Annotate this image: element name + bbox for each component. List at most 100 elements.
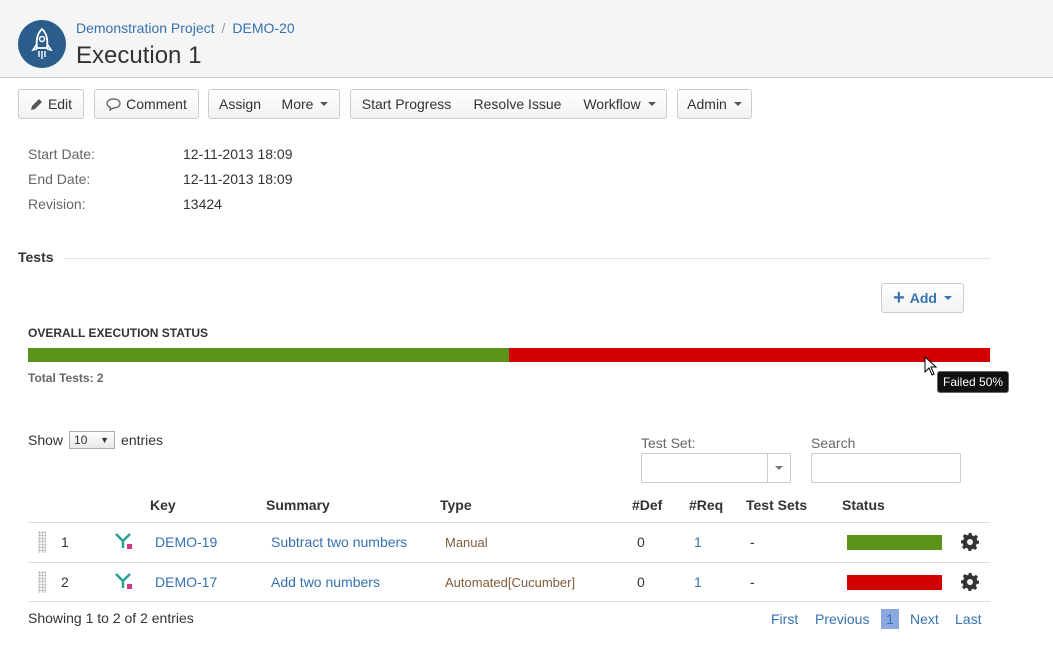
gear-icon[interactable]: [960, 532, 980, 552]
row-test-sets: -: [750, 534, 755, 550]
row-status-bar: [847, 575, 942, 590]
column-header-test-sets[interactable]: Test Sets: [746, 497, 807, 513]
entries-select[interactable]: 10 ▼: [69, 431, 116, 449]
breadcrumb-project-link[interactable]: Demonstration Project: [76, 20, 215, 36]
status-tooltip: Failed 50%: [937, 371, 1010, 393]
detail-value: 12-11-2013 18:09: [183, 171, 293, 187]
detail-label: Start Date:: [28, 146, 95, 162]
breadcrumb-separator: /: [221, 20, 226, 36]
row-summary-link[interactable]: Subtract two numbers: [271, 534, 407, 550]
add-button-label: Add: [909, 290, 937, 306]
resolve-issue-button[interactable]: Resolve Issue: [462, 89, 574, 119]
table-info: Showing 1 to 2 of 2 entries: [28, 610, 194, 626]
row-status-bar: [847, 535, 942, 550]
table-row: 1 DEMO-19 Subtract two numbers Manual 0 …: [28, 522, 990, 562]
assign-button[interactable]: Assign: [208, 89, 272, 119]
breadcrumb: Demonstration Project / DEMO-20: [76, 20, 295, 36]
row-rank: 1: [61, 534, 69, 550]
pagination-previous[interactable]: Previous: [815, 611, 869, 627]
overall-status-label: OVERALL EXECUTION STATUS: [28, 326, 209, 340]
add-test-button[interactable]: + Add: [881, 283, 964, 313]
speech-bubble-icon: [106, 97, 121, 111]
pagination-last[interactable]: Last: [955, 611, 981, 627]
column-header-key[interactable]: Key: [150, 497, 176, 513]
row-req-link[interactable]: 1: [694, 534, 702, 550]
test-issue-type-icon: [115, 533, 132, 549]
admin-dropdown-button[interactable]: Admin: [677, 89, 752, 119]
row-key-link[interactable]: DEMO-19: [155, 534, 217, 550]
column-header-summary[interactable]: Summary: [266, 497, 330, 513]
detail-label: End Date:: [28, 171, 91, 187]
comment-button[interactable]: Comment: [94, 89, 199, 119]
pagination-current-page[interactable]: 1: [881, 609, 899, 629]
admin-button-label: Admin: [687, 96, 727, 112]
overall-status-bar[interactable]: [28, 348, 990, 362]
chevron-down-icon: [733, 102, 742, 106]
detail-start-date: Start Date: 12-11-2013 18:09: [28, 146, 428, 166]
drag-handle-icon[interactable]: [38, 531, 46, 553]
start-progress-button[interactable]: Start Progress: [350, 89, 463, 119]
detail-revision: Revision: 13424: [28, 196, 428, 216]
breadcrumb-issue-link[interactable]: DEMO-20: [232, 20, 294, 36]
pagination-first[interactable]: First: [771, 611, 798, 627]
row-test-sets: -: [750, 574, 755, 590]
show-label: Show: [28, 432, 64, 448]
workflow-button-label: Workflow: [583, 96, 641, 112]
row-key-link[interactable]: DEMO-17: [155, 574, 217, 590]
row-rank: 2: [61, 574, 69, 590]
column-header-type[interactable]: Type: [440, 497, 472, 513]
total-tests-label: Total Tests: 2: [28, 371, 104, 385]
rocket-icon: [31, 27, 53, 59]
plus-icon: +: [893, 287, 905, 309]
pencil-icon: [30, 98, 42, 110]
test-set-select[interactable]: [641, 453, 791, 483]
detail-label: Revision:: [28, 196, 86, 212]
dropdown-arrow-icon: ▼: [100, 435, 110, 445]
drag-handle-icon[interactable]: [38, 571, 46, 593]
row-def: 0: [637, 534, 645, 550]
resolve-issue-label: Resolve Issue: [473, 96, 562, 112]
entries-label: entries: [121, 432, 164, 448]
search-label: Search: [811, 435, 856, 451]
chevron-down-icon: [647, 102, 656, 106]
search-input[interactable]: [811, 453, 961, 483]
row-summary-link[interactable]: Add two numbers: [271, 574, 380, 590]
show-entries-control: Show 10 ▼ entries: [28, 431, 163, 449]
status-segment-passed[interactable]: [28, 348, 509, 362]
page-header: Demonstration Project / DEMO-20 Execution …: [0, 0, 1053, 78]
more-dropdown-button[interactable]: More: [271, 89, 340, 119]
test-issue-type-icon: [115, 573, 132, 589]
workflow-dropdown-button[interactable]: Workflow: [573, 89, 667, 119]
chevron-down-icon: [320, 102, 329, 106]
row-type: Automated[Cucumber]: [445, 575, 576, 590]
detail-value: 13424: [183, 196, 222, 212]
section-divider: [64, 258, 990, 259]
project-avatar[interactable]: [18, 20, 66, 68]
mouse-cursor-icon: [924, 356, 938, 376]
edit-button[interactable]: Edit: [18, 89, 84, 119]
column-header-def[interactable]: #Def: [632, 497, 662, 513]
gear-icon[interactable]: [960, 572, 980, 592]
tests-section-title: Tests: [18, 249, 54, 265]
status-segment-failed[interactable]: [509, 348, 990, 362]
more-button-label: More: [281, 96, 314, 112]
start-progress-label: Start Progress: [361, 96, 452, 112]
row-def: 0: [637, 574, 645, 590]
detail-end-date: End Date: 12-11-2013 18:09: [28, 171, 428, 191]
column-header-req[interactable]: #Req: [689, 497, 723, 513]
row-type: Manual: [445, 535, 488, 550]
chevron-down-icon: [775, 466, 783, 470]
table-row: 2 DEMO-17 Add two numbers Automated[Cucu…: [28, 562, 990, 602]
comment-button-label: Comment: [126, 96, 187, 112]
test-set-label: Test Set:: [641, 435, 696, 451]
select-divider: [767, 454, 768, 482]
assign-button-label: Assign: [218, 96, 262, 112]
row-req-link[interactable]: 1: [694, 574, 702, 590]
chevron-down-icon: [943, 296, 952, 300]
edit-button-label: Edit: [47, 96, 73, 112]
entries-select-value: 10: [74, 433, 88, 447]
page-title: Execution 1: [76, 42, 202, 69]
pagination-next[interactable]: Next: [910, 611, 939, 627]
column-header-status[interactable]: Status: [842, 497, 885, 513]
detail-value: 12-11-2013 18:09: [183, 146, 293, 162]
